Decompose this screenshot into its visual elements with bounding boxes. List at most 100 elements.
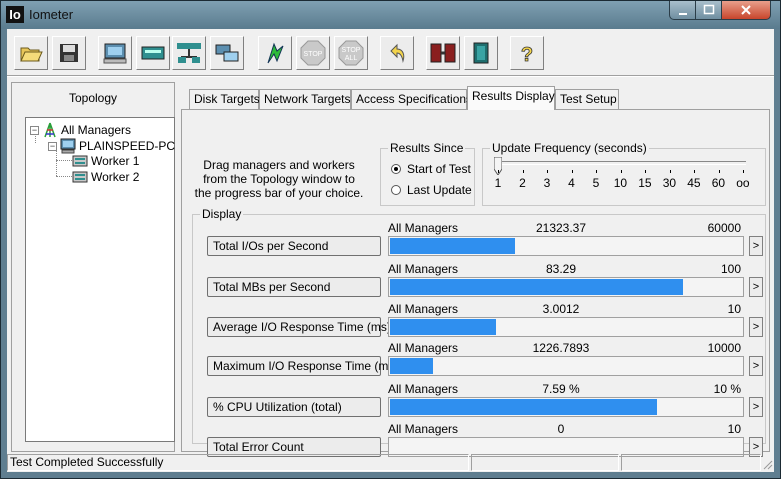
progress-bar[interactable] <box>388 317 744 337</box>
tree-node-label: All Managers <box>61 123 132 137</box>
expand-row-button[interactable]: > <box>749 277 763 297</box>
slider-tick-label: 5 <box>592 176 600 190</box>
slider-tick-label: 4 <box>568 176 575 190</box>
progress-bar-fill <box>390 319 496 335</box>
collapse-toggle[interactable]: − <box>30 125 39 135</box>
network-worker-icon <box>141 46 165 60</box>
metric-select-button[interactable]: Maximum I/O Response Time (ms) <box>207 356 398 376</box>
tab-network-targets[interactable]: Network Targets <box>259 89 351 109</box>
row-max: 100 <box>720 262 741 276</box>
slider-tick <box>669 170 671 173</box>
start-tests-button[interactable] <box>258 36 292 70</box>
tab-disk-targets[interactable]: Disk Targets <box>189 89 260 109</box>
slider-tick <box>718 170 720 173</box>
progress-bar[interactable] <box>388 236 744 256</box>
progress-bar[interactable] <box>388 277 744 297</box>
row-value: 3.0012 <box>542 302 580 316</box>
row-value: 0 <box>557 422 565 436</box>
slider-tick-label: 10 <box>613 176 628 190</box>
row-max: 10 <box>727 302 741 316</box>
slider-tick <box>620 170 622 173</box>
expand-row-button[interactable]: > <box>749 236 763 256</box>
row-source-label: All Managers <box>388 422 459 436</box>
progress-bar[interactable] <box>388 356 744 376</box>
drag-instructions: Drag managers and workers from the Topol… <box>194 158 364 200</box>
tree-node-label: Worker 1 <box>91 154 140 168</box>
tree-node-worker-1[interactable]: Worker 1 <box>72 154 139 168</box>
maximize-icon <box>703 4 714 15</box>
maximize-button[interactable] <box>695 1 722 20</box>
tree-node-worker-2[interactable]: Worker 2 <box>72 170 139 184</box>
exit-button[interactable] <box>426 36 460 70</box>
row-source-label: All Managers <box>388 262 459 276</box>
duplicate-worker-icon <box>177 43 201 63</box>
new-disk-worker-button[interactable] <box>98 36 132 70</box>
slider-tick-label: 45 <box>687 176 701 190</box>
slider-tick-label: 15 <box>638 176 652 190</box>
toolbar-separator <box>7 75 774 77</box>
slider-tick <box>694 170 695 173</box>
close-icon <box>741 5 751 15</box>
status-bar: Test Completed Successfully <box>7 453 774 472</box>
progress-bar[interactable] <box>388 397 744 417</box>
slider-tick-label: oo <box>736 176 750 190</box>
tab-results-display[interactable]: Results Display <box>467 86 555 110</box>
tabs-area: Disk Targets Network Targets Access Spec… <box>181 82 771 457</box>
computer-icon <box>60 138 76 154</box>
stop-all-button[interactable]: STOP ALL <box>334 36 368 70</box>
expand-row-button[interactable]: > <box>749 317 763 337</box>
client-area: STOP STOP ALL ? Topology − All Managers … <box>7 29 774 472</box>
stop-sign-text: STOP <box>304 51 323 58</box>
open-config-button[interactable] <box>14 36 48 70</box>
expand-row-button[interactable]: > <box>749 356 763 376</box>
reset-workers-button[interactable] <box>380 36 414 70</box>
slider-tick-label: 30 <box>662 176 677 190</box>
stop-all-text-bottom: ALL <box>345 55 358 62</box>
update-frequency-slider[interactable] <box>498 161 746 165</box>
row-source-label: All Managers <box>388 302 459 316</box>
quit-button[interactable] <box>464 36 498 70</box>
row-max: 10000 <box>707 341 741 355</box>
metric-select-button[interactable]: Total MBs per Second <box>207 277 381 297</box>
radio-start-of-test[interactable]: Start of Test <box>391 162 471 176</box>
resize-grip-icon[interactable] <box>761 458 773 470</box>
row-value: 21323.37 <box>535 221 587 235</box>
topology-title: Topology <box>68 91 118 105</box>
results-display-panel: Drag managers and workers from the Topol… <box>181 109 770 457</box>
stop-test-button[interactable]: STOP <box>296 36 330 70</box>
expand-row-button[interactable]: > <box>749 397 763 417</box>
collapse-toggle[interactable]: − <box>48 141 57 151</box>
about-button[interactable]: ? <box>510 36 544 70</box>
open-folder-icon <box>20 47 43 62</box>
disk-worker-icon <box>103 43 127 64</box>
duplicate-worker-button[interactable] <box>172 36 206 70</box>
topology-tree[interactable]: − All Managers − PLAINSPEED-PC Worker 1 … <box>25 117 175 442</box>
radio-last-update[interactable]: Last Update <box>391 183 472 197</box>
title-bar[interactable]: Io Iometer <box>1 1 780 29</box>
radio-indicator[interactable] <box>391 164 401 174</box>
slider-tick <box>547 170 548 173</box>
metric-select-button[interactable]: Total I/Os per Second <box>207 236 381 256</box>
metric-select-button[interactable]: % CPU Utilization (total) <box>207 397 381 417</box>
app-icon[interactable]: Io <box>6 6 24 23</box>
disconnect-manager-button[interactable] <box>210 36 244 70</box>
save-config-button[interactable] <box>52 36 86 70</box>
close-button[interactable] <box>721 1 771 20</box>
stop-all-icon: STOPALL <box>338 40 364 66</box>
tree-node-all-managers[interactable]: − All Managers <box>30 122 131 138</box>
tree-node-manager[interactable]: − PLAINSPEED-PC <box>48 138 175 154</box>
slider-tick <box>571 170 573 173</box>
help-text: ? <box>521 44 533 65</box>
radio-label: Start of Test <box>407 162 471 176</box>
tree-connector <box>56 176 72 177</box>
radio-indicator[interactable] <box>391 185 401 195</box>
minimize-button[interactable] <box>669 1 696 20</box>
row-value: 1226.7893 <box>532 341 590 355</box>
slider-tick <box>498 170 499 173</box>
slider-tick <box>645 170 646 173</box>
tab-test-setup[interactable]: Test Setup <box>555 89 619 109</box>
new-network-worker-button[interactable] <box>136 36 170 70</box>
slider-tick-label: 3 <box>543 176 551 190</box>
tab-access-specifications[interactable]: Access Specifications <box>351 89 472 109</box>
metric-select-button[interactable]: Average I/O Response Time (ms) <box>207 317 391 337</box>
